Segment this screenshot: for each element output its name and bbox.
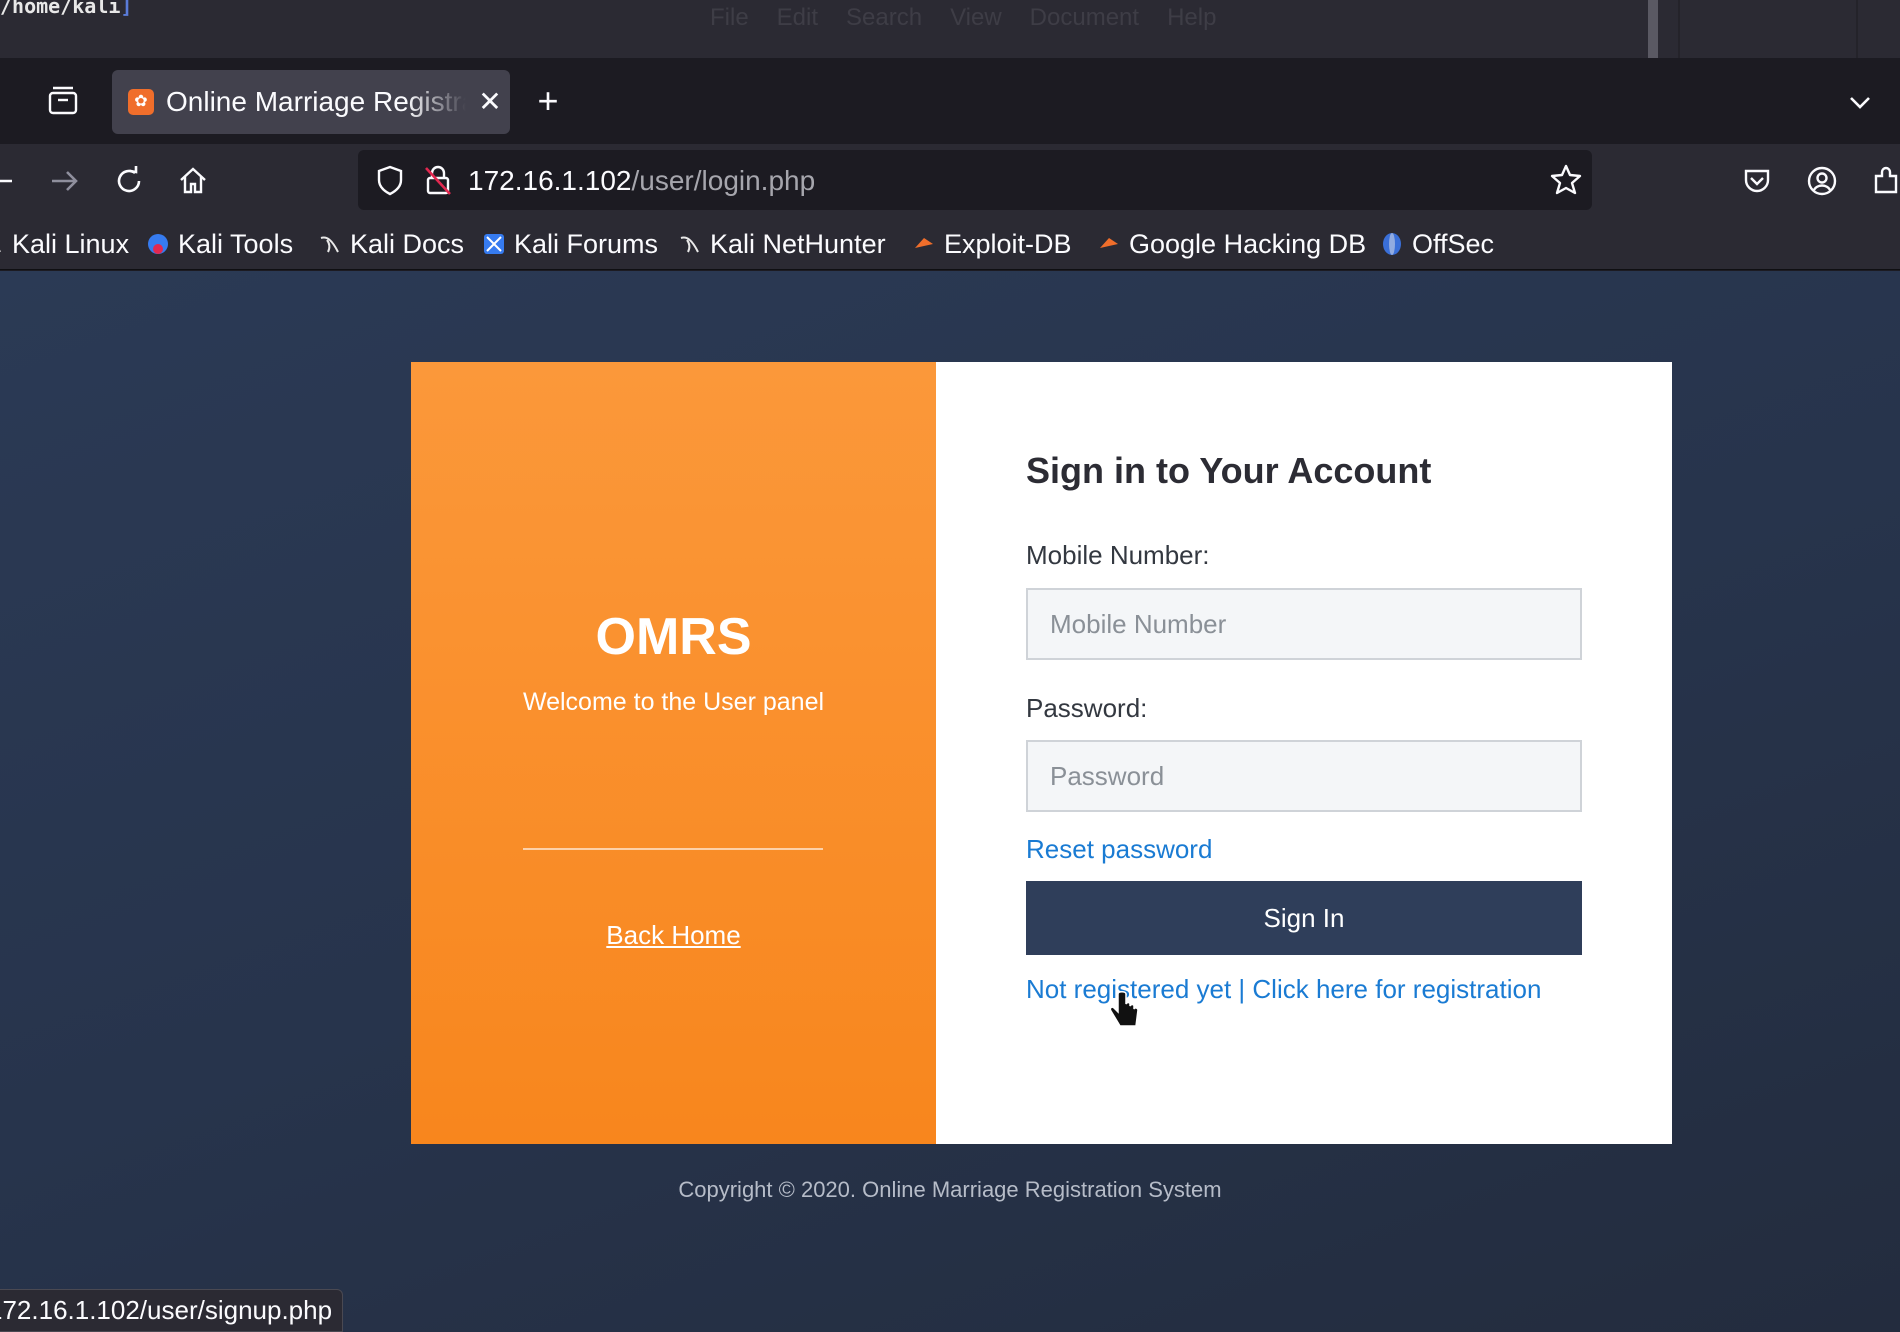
offsec-icon <box>1383 233 1401 255</box>
divider <box>523 848 823 850</box>
tab-bar: ✿ Online Marriage Registration System ✕ … <box>0 60 1900 144</box>
exploit-db-icon <box>915 238 933 248</box>
bookmark-exploit-db[interactable]: Exploit-DB <box>912 226 1072 262</box>
new-tab-plus-icon[interactable]: + <box>528 82 568 122</box>
browser-tab-active[interactable]: ✿ Online Marriage Registration System ✕ <box>112 70 510 134</box>
kali-tools-icon <box>148 234 168 254</box>
login-form-panel: Sign in to Your Account Mobile Number: P… <box>936 362 1672 1144</box>
editor-menu-edit[interactable]: Edit <box>777 4 818 32</box>
exploit-db-icon <box>1100 238 1118 248</box>
editor-separator <box>1856 0 1858 58</box>
password-input[interactable] <box>1026 740 1582 812</box>
bookmark-star-icon[interactable] <box>1546 160 1586 200</box>
bookmarks-toolbar: Kali Linux Kali Tools Kali Docs Kali For… <box>0 218 1900 270</box>
insecure-lock-icon[interactable] <box>418 160 458 200</box>
back-home-link[interactable]: Back Home <box>411 920 936 951</box>
mobile-number-label: Mobile Number: <box>1026 540 1210 570</box>
editor-menu-file[interactable]: File <box>710 4 749 32</box>
tab-title: Online Marriage Registration System <box>166 86 466 117</box>
back-arrow-icon[interactable] <box>0 160 28 202</box>
copyright-footer: Copyright © 2020. Online Marriage Regist… <box>678 1177 1222 1202</box>
extensions-icon[interactable] <box>1866 160 1900 202</box>
status-url-preview: 172.16.1.102/user/signup.php <box>0 1289 344 1332</box>
form-title: Sign in to Your Account <box>1026 450 1432 491</box>
mobile-number-input[interactable] <box>1026 588 1582 660</box>
editor-scrollbar[interactable] <box>1648 0 1658 58</box>
shield-icon[interactable] <box>370 160 410 200</box>
password-label: Password: <box>1026 693 1148 723</box>
sign-in-button[interactable]: Sign In <box>1026 881 1582 955</box>
editor-menu-help[interactable]: Help <box>1167 4 1216 32</box>
registration-link[interactable]: Not registered yet | Click here for regi… <box>1026 974 1541 1005</box>
editor-menu-search[interactable]: Search <box>846 4 922 32</box>
tab-list-icon[interactable] <box>46 84 80 118</box>
editor-menu: File Edit Search View Document Help <box>710 4 1216 32</box>
navigation-toolbar: 172.16.1.102/user/login.php <box>0 144 1900 218</box>
editor-menu-document[interactable]: Document <box>1030 4 1139 32</box>
bookmark-kali-nethunter[interactable]: Kali NetHunter <box>678 226 886 262</box>
chevron-down-icon[interactable] <box>1842 84 1878 120</box>
bookmark-kali-tools[interactable]: Kali Tools <box>146 226 293 262</box>
bookmark-kali-linux[interactable]: Kali Linux <box>0 226 129 262</box>
hand-cursor-icon <box>1108 990 1142 1030</box>
url-text[interactable]: 172.16.1.102/user/login.php <box>468 165 815 197</box>
bookmark-offsec[interactable]: OffSec <box>1380 226 1494 262</box>
brand-panel: OMRS Welcome to the User panel Back Home <box>411 362 936 1144</box>
bookmark-kali-docs[interactable]: Kali Docs <box>318 226 464 262</box>
omrs-favicon-icon: ✿ <box>128 89 154 115</box>
home-icon[interactable] <box>172 160 214 202</box>
kali-dragon-icon <box>320 236 339 253</box>
account-icon[interactable] <box>1801 160 1843 202</box>
bookmark-google-hacking-db[interactable]: Google Hacking DB <box>1097 226 1366 262</box>
kali-forums-icon <box>484 234 504 254</box>
brand-title: OMRS <box>595 608 752 666</box>
url-bar[interactable]: 172.16.1.102/user/login.php <box>358 150 1592 210</box>
close-tab-icon[interactable]: ✕ <box>470 82 510 122</box>
background-editor-window: /home/kali] File Edit Search View Docume… <box>0 0 1900 58</box>
editor-menu-view[interactable]: View <box>950 4 1002 32</box>
bookmark-kali-forums[interactable]: Kali Forums <box>482 226 658 262</box>
kali-dragon-icon <box>680 236 699 253</box>
editor-path: /home/kali] <box>0 0 133 18</box>
pocket-icon[interactable] <box>1736 160 1778 202</box>
forward-arrow-icon[interactable] <box>44 160 86 202</box>
kali-dragon-icon <box>0 249 1 252</box>
reset-password-link[interactable]: Reset password <box>1026 834 1212 865</box>
reload-icon[interactable] <box>108 160 150 202</box>
welcome-text: Welcome to the User panel <box>522 688 825 716</box>
web-page: OMRS Welcome to the User panel Back Home… <box>0 271 1900 1332</box>
editor-separator <box>1678 0 1680 58</box>
